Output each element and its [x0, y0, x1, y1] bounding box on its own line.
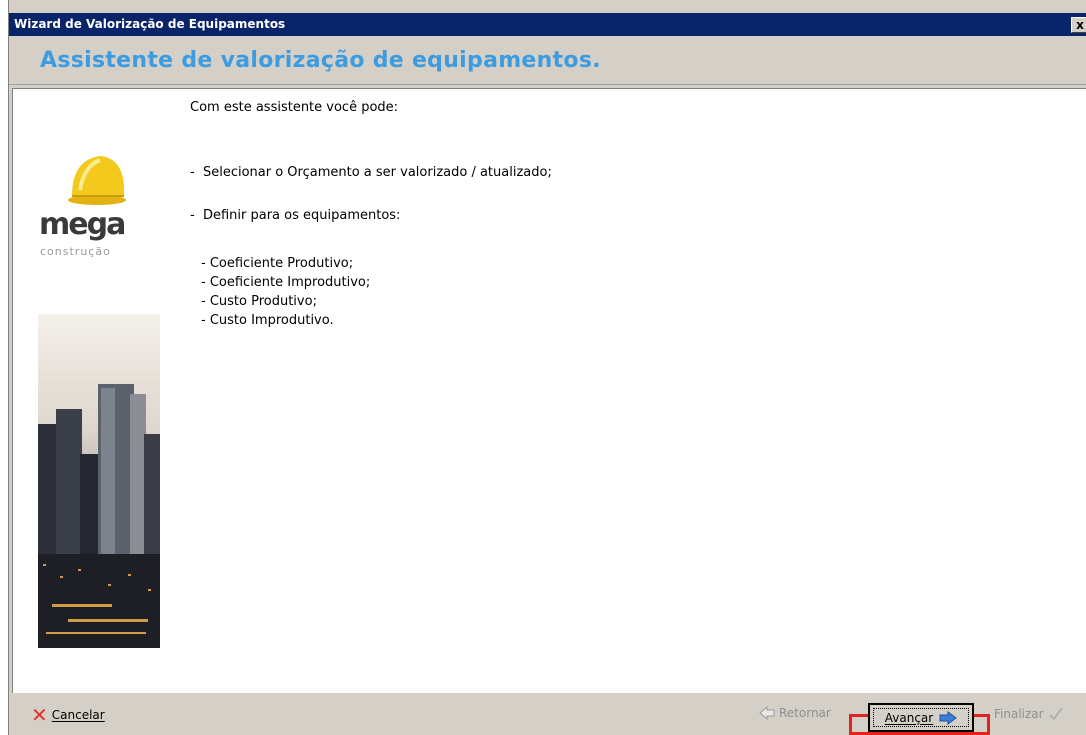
- wizard-window: Wizard de Valorização de Equipamentos x …: [8, 0, 1086, 735]
- retornar-button[interactable]: Retornar: [759, 706, 831, 720]
- avancar-button-focus: Avançar: [873, 708, 969, 727]
- checkmark-icon: [1048, 707, 1063, 721]
- finalizar-label: Finalizar: [994, 707, 1044, 721]
- title-bar[interactable]: Wizard de Valorização de Equipamentos x: [9, 13, 1086, 36]
- cancel-icon: ✕: [31, 703, 48, 727]
- close-button[interactable]: x: [1071, 17, 1086, 33]
- sub-item: - Coeficiente Produtivo;: [201, 256, 354, 271]
- bullet-item: - Definir para os equipamentos:: [190, 208, 401, 223]
- sub-item: - Coeficiente Improdutivo;: [201, 275, 371, 290]
- avancar-button[interactable]: Avançar: [868, 703, 974, 732]
- wizard-header: Assistente de valorização de equipamento…: [9, 36, 1086, 85]
- intro-text: Com este assistente você pode:: [190, 100, 399, 115]
- sub-item: - Custo Produtivo;: [201, 294, 317, 309]
- arrow-right-icon: [939, 710, 958, 725]
- brand-logo: mega: [39, 207, 126, 242]
- window-title: Wizard de Valorização de Equipamentos: [14, 17, 286, 31]
- cancel-button[interactable]: ✕ Cancelar: [31, 703, 105, 727]
- finalizar-button[interactable]: Finalizar: [994, 706, 1064, 722]
- brand-subtitle: construção: [40, 245, 111, 258]
- arrow-left-icon: [759, 706, 775, 720]
- sub-item: - Custo Improdutivo.: [201, 313, 334, 328]
- page-title: Assistente de valorização de equipamento…: [40, 48, 601, 73]
- helmet-logo-icon: [68, 156, 126, 205]
- wizard-content: mega construção Com este assistente você…: [12, 88, 1086, 693]
- city-skyline-image: [38, 314, 160, 648]
- avancar-label: Avançar: [884, 710, 934, 725]
- retornar-label: Retornar: [779, 706, 831, 720]
- bullet-item: - Selecionar o Orçamento a ser valorizad…: [190, 165, 552, 180]
- side-panel: mega construção: [37, 144, 162, 689]
- cancel-label: Cancelar: [51, 708, 105, 722]
